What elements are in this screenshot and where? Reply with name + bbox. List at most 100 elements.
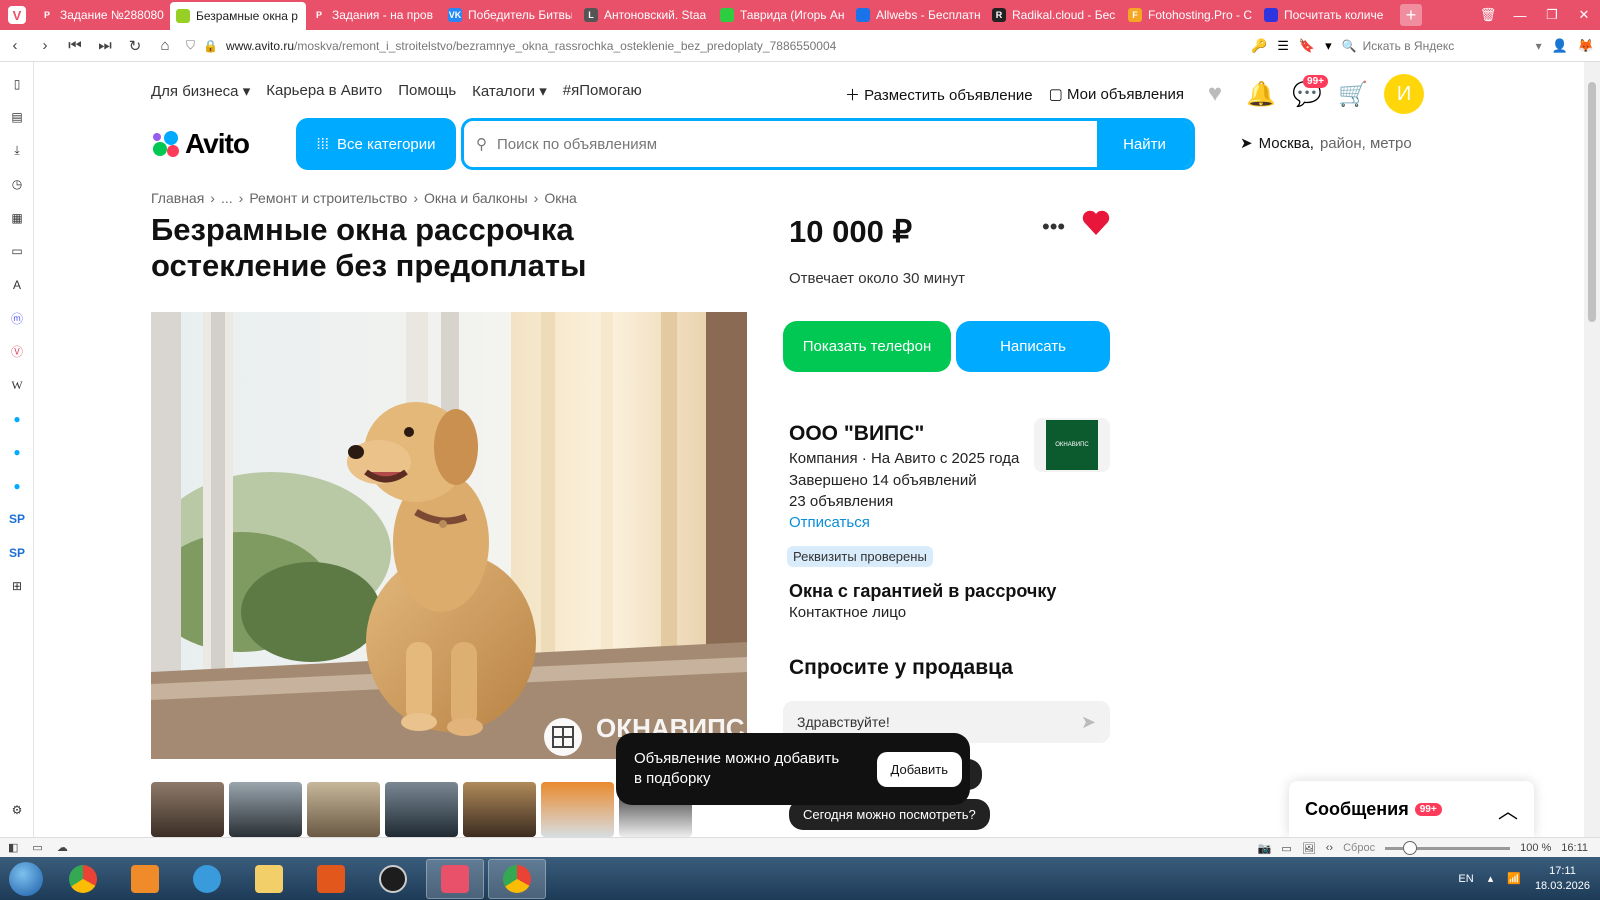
photo-thumbnail[interactable] xyxy=(541,782,614,837)
browser-tab[interactable]: F Fotohosting.Pro - С xyxy=(1122,0,1258,30)
panel-toggle-icon[interactable]: ◧ xyxy=(8,841,18,854)
fast-forward-button[interactable]: ⏭ xyxy=(90,31,120,61)
reload-button[interactable]: ↻ xyxy=(120,31,150,61)
bookmarks-panel-icon[interactable]: ▯ xyxy=(0,67,34,101)
nav-business[interactable]: Для бизнеса ▾ xyxy=(151,82,250,100)
taskbar-internet-explorer[interactable] xyxy=(178,859,236,899)
language-indicator[interactable]: EN xyxy=(1458,873,1473,885)
photo-thumbnail[interactable] xyxy=(151,782,224,837)
translate-icon[interactable]: A xyxy=(0,268,34,302)
browser-tab[interactable]: Безрамные окна р xyxy=(170,2,306,30)
home-button[interactable]: ⌂ xyxy=(150,31,180,61)
close-window-button[interactable]: ✕ xyxy=(1568,0,1600,30)
chevron-down-icon[interactable]: ▾ xyxy=(1325,38,1332,54)
nav-ihelp[interactable]: #яПомогаю xyxy=(563,82,642,100)
browser-tab[interactable]: VK Победитель Битвы xyxy=(442,0,578,30)
start-button[interactable] xyxy=(0,857,52,900)
unsubscribe-link[interactable]: Отписаться xyxy=(789,514,870,531)
search-input[interactable]: ⚲ Поиск по объявлениям xyxy=(464,135,1097,154)
restore-button[interactable]: ❐ xyxy=(1536,0,1568,30)
messages-panel[interactable]: Сообщения 99+ ︿ xyxy=(1289,781,1534,837)
my-ads-link[interactable]: ▢ Мои объявления xyxy=(1049,85,1184,103)
browser-tab[interactable]: Allwebs - Бесплатн xyxy=(850,0,986,30)
chevron-up-icon[interactable]: ︿ xyxy=(1498,795,1518,824)
code-icon[interactable]: ‹› xyxy=(1326,842,1333,854)
window-panel-icon[interactable]: ▭ xyxy=(0,235,34,269)
taskbar-clock[interactable]: 17:11 18.03.2026 xyxy=(1535,864,1590,894)
write-message-button[interactable]: Написать xyxy=(956,321,1110,372)
favorite-heart-icon[interactable] xyxy=(1082,210,1110,241)
nav-career[interactable]: Карьера в Авито xyxy=(266,82,382,100)
cloud-sync-icon[interactable]: ☁ xyxy=(57,841,68,854)
notes-icon[interactable]: ▦ xyxy=(0,201,34,235)
window-icon[interactable]: ▭ xyxy=(1281,842,1291,855)
photo-thumbnail[interactable] xyxy=(463,782,536,837)
seller-name[interactable]: ООО "ВИПС" xyxy=(789,422,924,446)
shield-icon[interactable]: ⛉ xyxy=(186,38,195,53)
forward-button[interactable]: › xyxy=(30,31,60,61)
nav-help[interactable]: Помощь xyxy=(398,82,456,100)
taskbar-vivaldi[interactable] xyxy=(426,858,484,899)
taskbar-chrome[interactable] xyxy=(54,859,112,899)
extension-icon[interactable]: 🦊 xyxy=(1578,38,1594,54)
browser-tab[interactable]: P Задания - на пров xyxy=(306,0,442,30)
bookmark-icon[interactable]: 🔖 xyxy=(1299,38,1315,54)
sp-panel-icon-1[interactable]: SP xyxy=(0,503,34,537)
show-phone-button[interactable]: Показать телефон xyxy=(783,321,951,372)
image-icon[interactable]: 🖼 xyxy=(1302,842,1316,855)
browser-tab[interactable]: L Антоновский. Staa xyxy=(578,0,714,30)
add-panel-icon[interactable]: ⊞ xyxy=(0,570,34,604)
downloads-icon[interactable]: ⤓ xyxy=(0,134,34,168)
reading-list-icon[interactable]: ▤ xyxy=(0,101,34,135)
taskbar-chrome-2[interactable] xyxy=(488,858,546,899)
location-selector[interactable]: ➤ Москва, район, метро xyxy=(1240,134,1412,153)
scrollbar-thumb[interactable] xyxy=(1588,82,1596,322)
nav-catalogs[interactable]: Каталоги ▾ xyxy=(472,82,547,100)
zoom-reset[interactable]: Сброс xyxy=(1343,842,1375,854)
search-engine-dropdown-icon[interactable]: ▾ xyxy=(1536,39,1542,53)
browser-tab[interactable]: Посчитать количе xyxy=(1258,0,1394,30)
breadcrumb-home[interactable]: Главная xyxy=(151,190,204,206)
new-tab-button[interactable]: + xyxy=(1400,4,1422,26)
url-field[interactable]: ⛉ 🔒 www.avito.ru/moskva/remont_i_stroite… xyxy=(186,38,1146,53)
avito-panel-icon-3[interactable]: ● xyxy=(0,469,34,503)
photo-thumbnail[interactable] xyxy=(307,782,380,837)
profile-icon[interactable]: 👤 xyxy=(1552,38,1568,54)
taskbar-office[interactable] xyxy=(302,859,360,899)
mastodon-icon[interactable]: ⓜ xyxy=(0,302,34,336)
key-icon[interactable]: 🔑 xyxy=(1251,38,1267,54)
seller-ads-count[interactable]: 23 объявления xyxy=(789,493,893,510)
more-options-icon[interactable]: ••• xyxy=(1042,214,1065,240)
taskbar-hp[interactable] xyxy=(364,859,422,899)
browser-tab[interactable]: P Задание №288080 xyxy=(34,0,170,30)
photo-thumbnail[interactable] xyxy=(385,782,458,837)
browser-tab[interactable]: R Radikal.cloud - Бес xyxy=(986,0,1122,30)
sp-panel-icon-2[interactable]: SP xyxy=(0,536,34,570)
messages-chat-icon[interactable]: 💬 99+ xyxy=(1292,75,1328,109)
breadcrumb-ellipsis[interactable]: ... xyxy=(221,190,233,206)
page-scrollbar[interactable] xyxy=(1584,62,1600,837)
send-arrow-icon[interactable]: ➤ xyxy=(1081,712,1096,733)
avito-panel-icon-2[interactable]: ● xyxy=(0,436,34,470)
vivaldi-panel-icon[interactable]: Ⓥ xyxy=(0,335,34,369)
listing-main-photo[interactable]: ОКНАВИПС xyxy=(151,312,747,759)
breadcrumb-windows[interactable]: Окна xyxy=(544,190,577,206)
zoom-slider[interactable] xyxy=(1385,840,1511,855)
cart-icon[interactable]: 🛒 xyxy=(1338,79,1368,109)
zoom-slider-knob[interactable] xyxy=(1403,840,1418,855)
breadcrumb-repair[interactable]: Ремонт и строительство xyxy=(249,190,407,206)
capture-icon[interactable]: 📷 xyxy=(1258,842,1272,855)
tab-tiling-icon[interactable]: ▭ xyxy=(32,841,42,854)
yandex-search-field[interactable]: 🔍 Искать в Яндекс ▾ xyxy=(1342,34,1542,58)
tray-expand-icon[interactable]: ▴ xyxy=(1488,872,1494,885)
settings-icon[interactable]: ⚙ xyxy=(0,794,34,828)
notifications-bell-icon[interactable]: 🔔 xyxy=(1246,79,1276,109)
seller-logo[interactable]: ОКНАВИПС xyxy=(1034,418,1110,472)
trash-icon[interactable]: 🗑 xyxy=(1472,0,1504,30)
vivaldi-menu-icon[interactable]: V xyxy=(0,0,34,30)
taskbar-media-player[interactable] xyxy=(116,859,174,899)
favorites-icon[interactable]: ♥ xyxy=(1200,79,1230,109)
search-button[interactable]: Найти xyxy=(1097,121,1192,167)
avito-panel-icon-1[interactable]: ● xyxy=(0,402,34,436)
network-signal-icon[interactable]: 📶 xyxy=(1507,872,1521,885)
